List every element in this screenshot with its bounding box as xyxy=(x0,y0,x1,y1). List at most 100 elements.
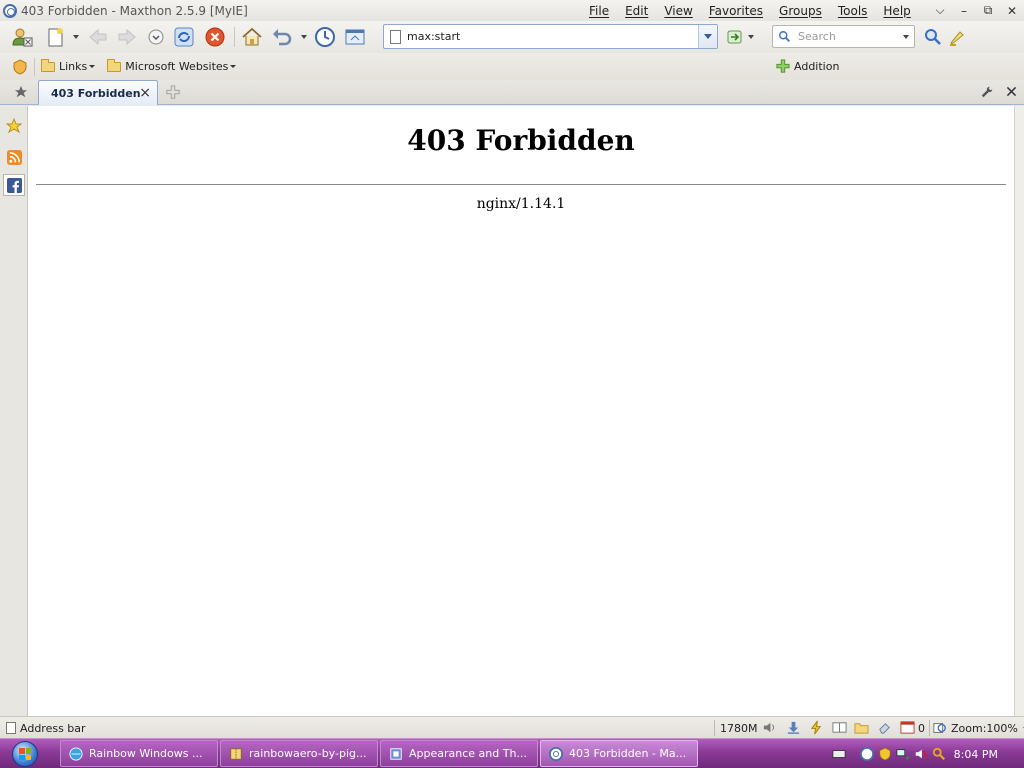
microsoft-websites-folder[interactable]: Microsoft Websites xyxy=(107,58,237,73)
minimize-button[interactable]: – xyxy=(952,4,976,18)
zoom-level: Zoom:100% xyxy=(951,721,1018,735)
split-view-icon[interactable] xyxy=(832,720,847,735)
wrench-icon[interactable] xyxy=(980,85,994,99)
sidebar-facebook-button[interactable] xyxy=(3,174,25,196)
download-icon[interactable] xyxy=(786,720,801,735)
search-dropdown-icon[interactable] xyxy=(903,35,909,39)
memory-usage[interactable]: 1780M xyxy=(720,720,758,736)
title-bar: 403 Forbidden - Maxthon 2.5.9 [MyIE] Fil… xyxy=(0,0,1024,21)
maxthon-icon xyxy=(549,746,563,761)
lightning-icon[interactable] xyxy=(809,720,824,735)
forward-arrow-icon xyxy=(118,28,136,46)
user-account-button[interactable] xyxy=(10,25,34,49)
address-dropdown-button[interactable] xyxy=(698,25,717,48)
highlight-button[interactable] xyxy=(945,25,969,49)
main-toolbar xyxy=(0,21,1024,53)
undo-close-button[interactable] xyxy=(270,25,294,49)
search-input[interactable] xyxy=(798,30,898,43)
server-signature: nginx/1.14.1 xyxy=(476,196,566,212)
new-tab-button[interactable] xyxy=(43,25,67,49)
address-input[interactable] xyxy=(407,30,687,43)
control-panel-icon xyxy=(390,747,402,760)
tab-403-forbidden[interactable]: 403 Forbidden × xyxy=(38,80,158,105)
refresh-icon xyxy=(174,27,194,47)
back-button[interactable] xyxy=(86,25,110,49)
fullscreen-button[interactable] xyxy=(343,25,367,49)
clock[interactable]: 8:04 PM xyxy=(954,748,998,761)
go-dropdown-icon[interactable] xyxy=(748,35,754,39)
taskbar-item-label: 403 Forbidden - Ma... xyxy=(569,747,687,760)
taskbar-item-rainbowaero[interactable]: rainbowaero-by-pig... xyxy=(220,740,378,767)
stop-button[interactable] xyxy=(203,25,227,49)
user-icon xyxy=(12,28,33,47)
window-controls: ⌵ – ⧉ ✕ xyxy=(928,0,1024,21)
page-content: 403 Forbidden nginx/1.14.1 xyxy=(28,106,1014,716)
toolbar-separator xyxy=(234,27,235,47)
home-icon xyxy=(242,27,262,46)
address-bar[interactable] xyxy=(383,24,718,49)
go-button[interactable] xyxy=(723,25,747,49)
addition-button[interactable]: Addition xyxy=(776,59,839,73)
new-page-icon xyxy=(48,28,63,47)
star-icon xyxy=(6,118,22,134)
maxthon-tray-icon[interactable] xyxy=(859,747,874,761)
chevron-down-icon[interactable]: ⌵ xyxy=(928,3,952,18)
restore-button[interactable]: ⧉ xyxy=(976,3,1000,18)
facebook-icon xyxy=(6,177,22,193)
keyboard-icon[interactable] xyxy=(832,747,846,761)
taskbar-item-label: rainbowaero-by-pig... xyxy=(249,747,367,760)
taskbar-item-rainbow-windows[interactable]: Rainbow Windows ... xyxy=(60,740,218,767)
tab-label: 403 Forbidden xyxy=(51,86,141,100)
menu-tools[interactable]: Tools xyxy=(838,4,868,18)
archive-icon xyxy=(230,747,242,760)
star-icon[interactable] xyxy=(14,85,28,99)
shield-icon[interactable] xyxy=(12,58,28,75)
sidebar-rss-button[interactable] xyxy=(3,146,25,168)
menu-help[interactable]: Help xyxy=(883,4,910,18)
volume-icon[interactable] xyxy=(914,747,928,761)
sidebar-favorites-button[interactable] xyxy=(3,115,25,137)
folder-icon xyxy=(107,58,122,72)
undo-dropdown-icon[interactable] xyxy=(301,35,307,39)
menu-view[interactable]: View xyxy=(664,4,692,18)
links-folder-label: Links xyxy=(59,60,88,73)
zoom-control[interactable]: Zoom:100% xyxy=(933,720,1024,736)
popup-blocker-icon[interactable] xyxy=(900,720,915,735)
speaker-icon[interactable] xyxy=(762,720,777,735)
refresh-button[interactable] xyxy=(172,25,196,49)
history-button[interactable] xyxy=(313,25,337,49)
taskbar-item-403-forbidden[interactable]: 403 Forbidden - Ma... xyxy=(540,740,698,767)
page-heading: 403 Forbidden xyxy=(407,124,635,157)
window-icon xyxy=(345,29,365,45)
status-separator xyxy=(714,720,715,736)
taskbar-item-label: Rainbow Windows ... xyxy=(89,747,203,760)
links-folder[interactable]: Links xyxy=(41,58,96,73)
eraser-icon[interactable] xyxy=(877,720,892,735)
network-icon[interactable] xyxy=(896,747,910,761)
menu-bar: File Edit View Favorites Groups Tools He… xyxy=(589,0,927,21)
home-button[interactable] xyxy=(240,25,264,49)
tab-close-button[interactable]: × xyxy=(139,85,151,101)
magnifier-icon[interactable] xyxy=(932,747,946,761)
search-button[interactable] xyxy=(921,25,945,49)
scrollbar[interactable] xyxy=(1014,106,1024,716)
menu-edit[interactable]: Edit xyxy=(625,4,648,18)
status-bar: Address bar 1780M 0 Zoom:100% xyxy=(0,716,1024,738)
close-window-button[interactable]: ✕ xyxy=(1000,4,1024,18)
security-shield-icon[interactable] xyxy=(878,747,892,761)
start-button[interactable] xyxy=(6,739,44,768)
menu-file[interactable]: File xyxy=(589,4,609,18)
close-tab-bar-icon[interactable] xyxy=(1005,85,1018,98)
new-tab-plus-icon[interactable] xyxy=(166,85,180,99)
puzzle-plus-icon xyxy=(776,59,790,73)
forward-button[interactable] xyxy=(115,25,139,49)
folder-icon[interactable] xyxy=(854,720,869,735)
history-dropdown-button[interactable] xyxy=(144,25,168,49)
new-tab-dropdown-icon[interactable] xyxy=(73,35,79,39)
menu-favorites[interactable]: Favorites xyxy=(709,4,763,18)
menu-groups[interactable]: Groups xyxy=(779,4,822,18)
back-arrow-icon xyxy=(89,28,107,46)
search-box[interactable] xyxy=(772,25,915,48)
taskbar-item-appearance[interactable]: Appearance and Th... xyxy=(380,740,538,767)
links-separator xyxy=(34,57,35,76)
